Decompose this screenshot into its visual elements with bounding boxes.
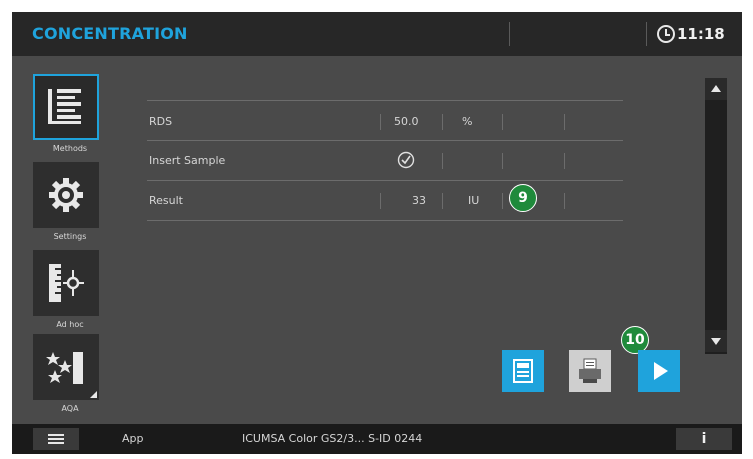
- sidebar-item-label: Settings: [53, 232, 87, 241]
- table-divider: [147, 100, 623, 101]
- printer-icon: [579, 358, 601, 383]
- column-divider: [442, 114, 443, 130]
- app-window: CONCENTRATION 11:18 Methods Settings Ad …: [12, 12, 742, 454]
- column-divider: [442, 193, 443, 209]
- hamburger-icon-line: [48, 442, 64, 444]
- row-unit: %: [462, 115, 473, 128]
- save-icon: [513, 359, 533, 383]
- row-label: Insert Sample: [149, 154, 226, 167]
- table-divider: [147, 140, 623, 141]
- method-info: ICUMSA Color GS2/3... S-ID 0244: [242, 432, 423, 445]
- sidebar-item-label: Methods: [52, 144, 88, 153]
- status-bar: App ICUMSA Color GS2/3... S-ID 0244 i: [12, 424, 742, 454]
- save-button[interactable]: [502, 350, 544, 392]
- arrow-up-icon: [711, 85, 721, 92]
- sidebar-item-label: AQA: [61, 404, 79, 413]
- app-label: App: [122, 432, 144, 445]
- adhoc-ruler-icon: [49, 264, 84, 302]
- table-divider: [147, 180, 623, 181]
- arrow-down-icon: [711, 338, 721, 345]
- scroll-down-button[interactable]: [705, 330, 727, 352]
- sidebar-item-adhoc[interactable]: [33, 250, 99, 316]
- methods-list-icon: [48, 89, 81, 124]
- column-divider: [380, 193, 381, 209]
- scroll-up-button[interactable]: [705, 78, 727, 100]
- header-divider: [646, 22, 647, 46]
- column-divider: [502, 114, 503, 130]
- column-divider: [564, 193, 565, 209]
- check-circle-icon: [397, 151, 415, 169]
- corner-indicator: [90, 391, 97, 398]
- table-divider: [147, 220, 623, 221]
- column-divider: [564, 153, 565, 169]
- row-value: 50.0: [394, 115, 419, 128]
- column-divider: [502, 153, 503, 169]
- row-value: 33: [412, 194, 426, 207]
- hamburger-icon: [48, 434, 64, 436]
- sidebar-item-methods[interactable]: [33, 74, 99, 140]
- row-label: Result: [149, 194, 183, 207]
- scrollbar-track[interactable]: [705, 78, 727, 354]
- hamburger-icon-line: [48, 438, 64, 440]
- row-label: RDS: [149, 115, 173, 128]
- sidebar-item-label: Ad hoc: [56, 320, 84, 329]
- column-divider: [380, 114, 381, 130]
- row-unit: IU: [468, 194, 480, 207]
- gear-icon: [49, 178, 83, 212]
- menu-button[interactable]: [33, 428, 79, 450]
- play-icon: [654, 362, 668, 380]
- column-divider: [564, 114, 565, 130]
- clock-time: 11:18: [677, 25, 725, 43]
- column-divider: [502, 193, 503, 209]
- print-button[interactable]: [569, 350, 611, 392]
- start-measurement-button[interactable]: [638, 350, 680, 392]
- column-divider: [442, 153, 443, 169]
- sidebar-item-settings[interactable]: [33, 162, 99, 228]
- header-divider: [509, 22, 510, 46]
- clock-icon: [657, 25, 675, 43]
- title-bar: CONCENTRATION 11:18: [12, 12, 742, 56]
- annotation-badge-9: 9: [509, 184, 537, 212]
- sidebar-item-aqa[interactable]: [33, 334, 99, 400]
- page-title: CONCENTRATION: [32, 24, 188, 43]
- info-button[interactable]: i: [676, 428, 732, 450]
